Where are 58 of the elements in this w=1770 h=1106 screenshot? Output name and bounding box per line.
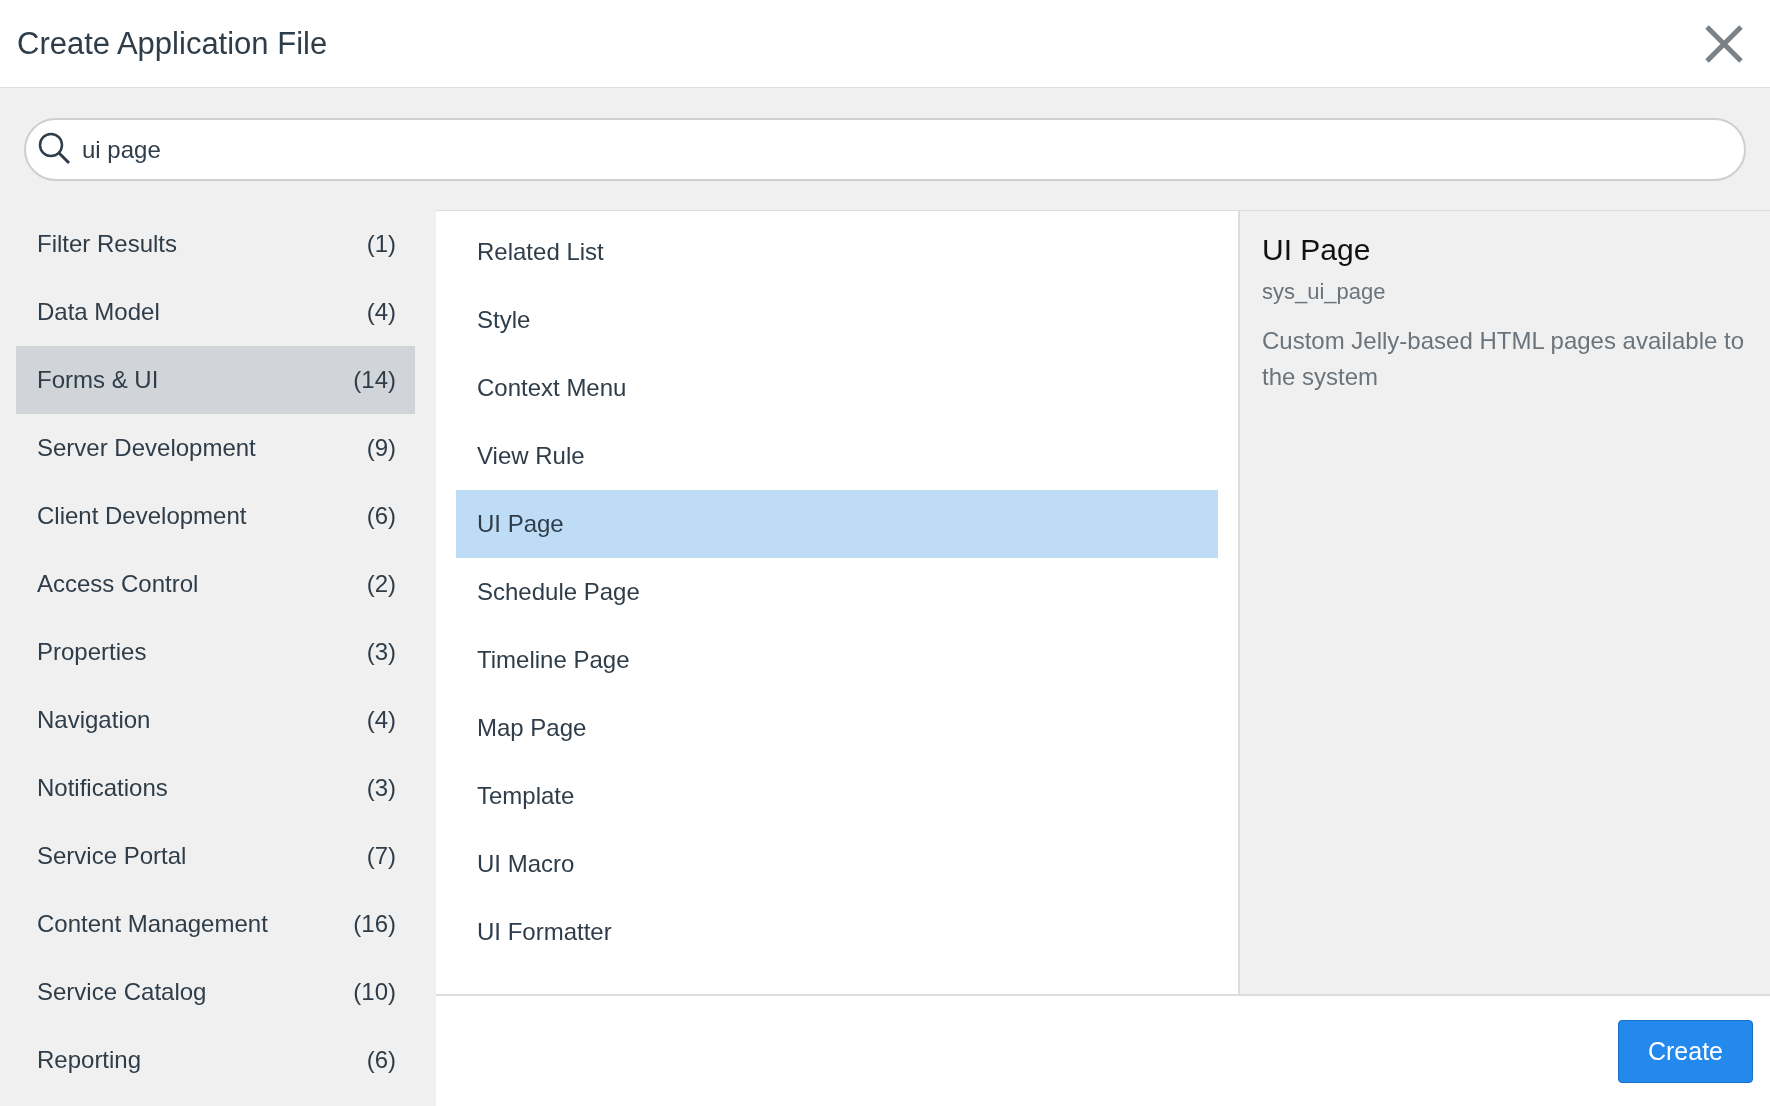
close-icon (1704, 23, 1744, 64)
category-item[interactable]: Properties (3) (16, 618, 415, 686)
category-count: (4) (366, 298, 396, 326)
category-item[interactable]: Filter Results (1) (16, 210, 415, 278)
file-type-item[interactable]: Style (456, 286, 1218, 354)
file-type-item[interactable]: Context Menu (456, 354, 1218, 422)
category-count: (3) (366, 638, 396, 666)
category-item[interactable]: Service Catalog (10) (16, 958, 415, 1026)
file-type-item[interactable]: Related List (456, 218, 1218, 286)
category-count: (1) (366, 230, 396, 258)
category-count: (9) (366, 434, 396, 462)
category-count: (2) (366, 570, 396, 598)
category-item[interactable]: Content Management (16) (16, 890, 415, 958)
category-item[interactable]: Data Model (4) (16, 278, 415, 346)
dialog-title: Create Application File (17, 25, 328, 62)
category-count: (4) (366, 706, 396, 734)
category-label: Reporting (37, 1046, 142, 1074)
category-label: Service Catalog (37, 978, 207, 1006)
category-label: Service Portal (37, 842, 187, 870)
category-item[interactable]: Client Development (6) (16, 482, 415, 550)
category-label: Filter Results (37, 230, 178, 258)
category-item[interactable]: Server Development (9) (16, 414, 415, 482)
category-label: Properties (37, 638, 147, 666)
table-name: sys_ui_page (1262, 279, 1387, 305)
file-type-item[interactable]: UI Page (456, 490, 1218, 558)
category-label: Content Management (37, 910, 268, 938)
category-count: (6) (366, 502, 396, 530)
file-type-item[interactable]: Map Page (456, 694, 1218, 762)
search-field[interactable]: ui page (24, 118, 1746, 181)
category-label: Data Model (37, 298, 160, 326)
category-label: Server Development (37, 434, 256, 462)
file-type-item[interactable]: Template (456, 762, 1218, 830)
category-item[interactable]: Forms & UI (14) (16, 346, 415, 414)
category-item[interactable]: Navigation (4) (16, 686, 415, 754)
detail-title: UI Page (1262, 233, 1372, 267)
category-item[interactable]: Reporting (6) (16, 1026, 415, 1094)
category-item[interactable]: Service Portal (7) (16, 822, 415, 890)
file-type-item[interactable]: View Rule (456, 422, 1218, 490)
file-type-item[interactable]: UI Macro (456, 830, 1218, 898)
category-item[interactable]: Notifications (3) (16, 754, 415, 822)
category-count: (7) (366, 842, 396, 870)
file-type-item[interactable]: Schedule Page (456, 558, 1218, 626)
category-label: Navigation (37, 706, 151, 734)
category-label: Client Development (37, 502, 247, 530)
category-item[interactable]: Access Control (2) (16, 550, 415, 618)
category-label: Access Control (37, 570, 199, 598)
category-count: (3) (366, 774, 396, 802)
file-type-item[interactable]: UI Formatter (456, 898, 1218, 966)
category-label: Notifications (37, 774, 168, 802)
detail-description: Custom Jelly-based HTML pages available to the system (1262, 326, 1745, 392)
file-type-item[interactable]: Timeline Page (456, 626, 1218, 694)
category-count: (6) (366, 1046, 396, 1074)
category-count: (16) (353, 910, 396, 938)
category-count: (10) (353, 978, 396, 1006)
create-button[interactable]: Create (1618, 1019, 1753, 1083)
category-label: Forms & UI (37, 366, 159, 394)
close-button[interactable] (1704, 23, 1744, 64)
category-count: (14) (353, 366, 396, 394)
